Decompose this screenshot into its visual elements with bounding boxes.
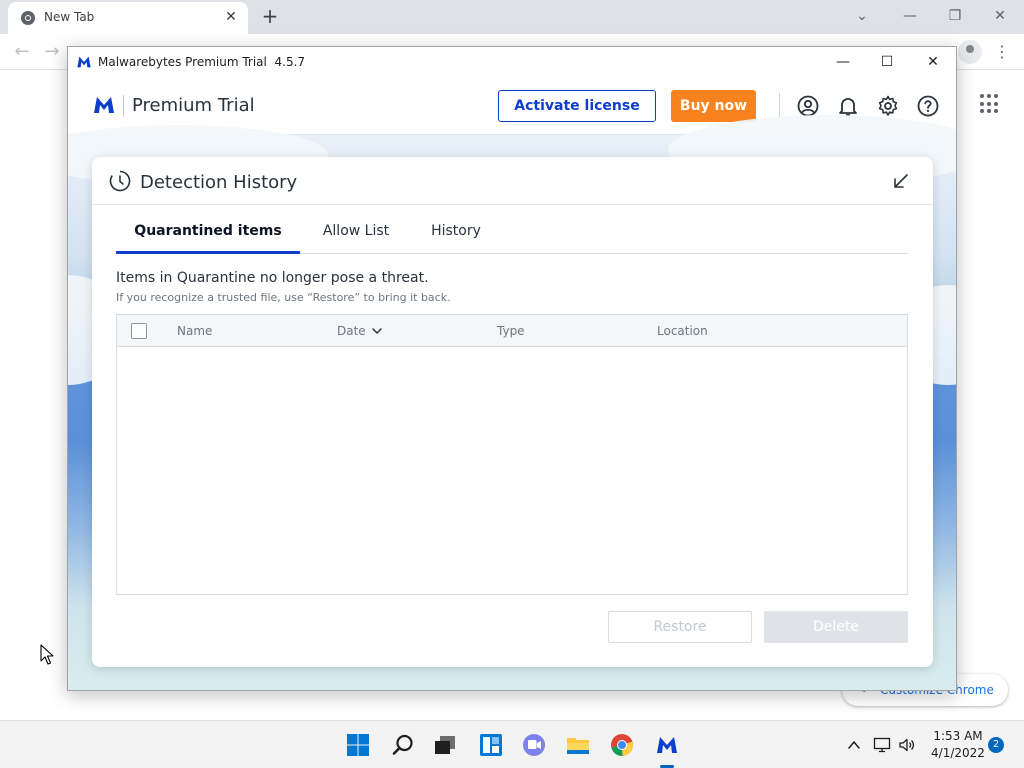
chrome-menu-icon[interactable]: ⋮ (994, 40, 1010, 64)
clock-time[interactable]: 1:53 AM (930, 729, 986, 743)
close-tab-icon[interactable]: ✕ (222, 8, 240, 26)
chrome-tab-strip: New Tab ✕ + ⌄ — ❐ ✕ (0, 0, 1024, 34)
file-explorer-icon[interactable] (566, 733, 590, 757)
select-all-checkbox[interactable] (131, 323, 147, 339)
delete-button[interactable]: Delete (764, 611, 908, 643)
google-apps-icon[interactable] (980, 94, 1000, 114)
close-window-button[interactable]: ✕ (910, 47, 956, 77)
column-header-name[interactable]: Name (177, 324, 212, 338)
show-hidden-icons-chevron[interactable] (846, 737, 862, 753)
task-view-icon[interactable] (433, 733, 457, 757)
chrome-favicon-icon (21, 11, 35, 25)
new-tab-button[interactable]: + (258, 5, 282, 29)
history-clock-icon (109, 170, 131, 192)
chrome-tab-title: New Tab (44, 10, 95, 24)
window-title: Malwarebytes Premium Trial 4.5.7 (98, 55, 306, 69)
help-icon[interactable] (916, 94, 940, 118)
malwarebytes-logo-icon (77, 56, 91, 68)
widgets-icon[interactable] (479, 733, 503, 757)
column-header-date[interactable]: Date (337, 324, 366, 338)
settings-icon[interactable] (876, 94, 900, 118)
chrome-icon[interactable] (610, 733, 634, 757)
mouse-cursor-icon (40, 644, 54, 665)
buy-now-button[interactable]: Buy now (671, 90, 756, 122)
column-header-type[interactable]: Type (497, 324, 525, 338)
clock-date[interactable]: 4/1/2022 (930, 746, 986, 760)
product-name: Premium Trial (132, 95, 255, 116)
chrome-tab-new-tab[interactable]: New Tab ✕ (8, 2, 248, 34)
sort-descending-icon[interactable] (371, 325, 383, 337)
quarantine-table: Name Date Type Location (116, 314, 908, 595)
collapse-arrow-icon[interactable] (892, 172, 910, 190)
chrome-close-button[interactable]: ✕ (988, 4, 1012, 28)
notification-count-badge[interactable]: 2 (988, 737, 1004, 753)
column-header-location[interactable]: Location (657, 324, 708, 338)
back-arrow-icon[interactable]: ← (10, 40, 34, 64)
quarantine-info-text: Items in Quarantine no longer pose a thr… (116, 270, 429, 286)
network-icon[interactable] (873, 736, 891, 754)
windows-taskbar: 1:53 AM 4/1/2022 2 (0, 720, 1024, 768)
malwarebytes-window: Malwarebytes Premium Trial 4.5.7 — ☐ ✕ P… (67, 46, 957, 691)
teams-chat-icon[interactable] (522, 733, 546, 757)
malwarebytes-logo-icon (94, 97, 114, 113)
restore-button[interactable]: Restore (608, 611, 752, 643)
history-tabs: Quarantined items Allow List History (116, 213, 908, 254)
panel-header: Detection History (92, 157, 933, 205)
maximize-button[interactable]: ☐ (864, 47, 910, 77)
tab-quarantined-items[interactable]: Quarantined items (116, 213, 300, 254)
chrome-minimize-button[interactable]: — (898, 4, 922, 28)
forward-arrow-icon[interactable]: → (40, 40, 64, 64)
panel-title: Detection History (140, 172, 298, 193)
malwarebytes-icon[interactable] (655, 733, 679, 757)
search-icon[interactable] (391, 733, 415, 757)
chrome-restore-button[interactable]: ❐ (943, 4, 967, 28)
tab-history[interactable]: History (418, 213, 494, 253)
tab-search-chevron-icon[interactable]: ⌄ (850, 4, 874, 28)
activate-license-button[interactable]: Activate license (498, 90, 656, 122)
header-logo-divider (123, 95, 124, 117)
minimize-button[interactable]: — (820, 47, 866, 77)
volume-icon[interactable] (898, 736, 916, 754)
table-header: Name Date Type Location (117, 315, 907, 347)
detection-history-panel: Detection History Quarantined items Allo… (92, 157, 933, 667)
chrome-profile-icon[interactable] (958, 40, 982, 64)
start-icon[interactable] (346, 733, 370, 757)
tab-allow-list[interactable]: Allow List (312, 213, 400, 253)
window-titlebar[interactable]: Malwarebytes Premium Trial 4.5.7 — ☐ ✕ (68, 47, 956, 77)
header-divider (779, 93, 780, 119)
quarantine-hint-text: If you recognize a trusted file, use “Re… (116, 291, 451, 304)
